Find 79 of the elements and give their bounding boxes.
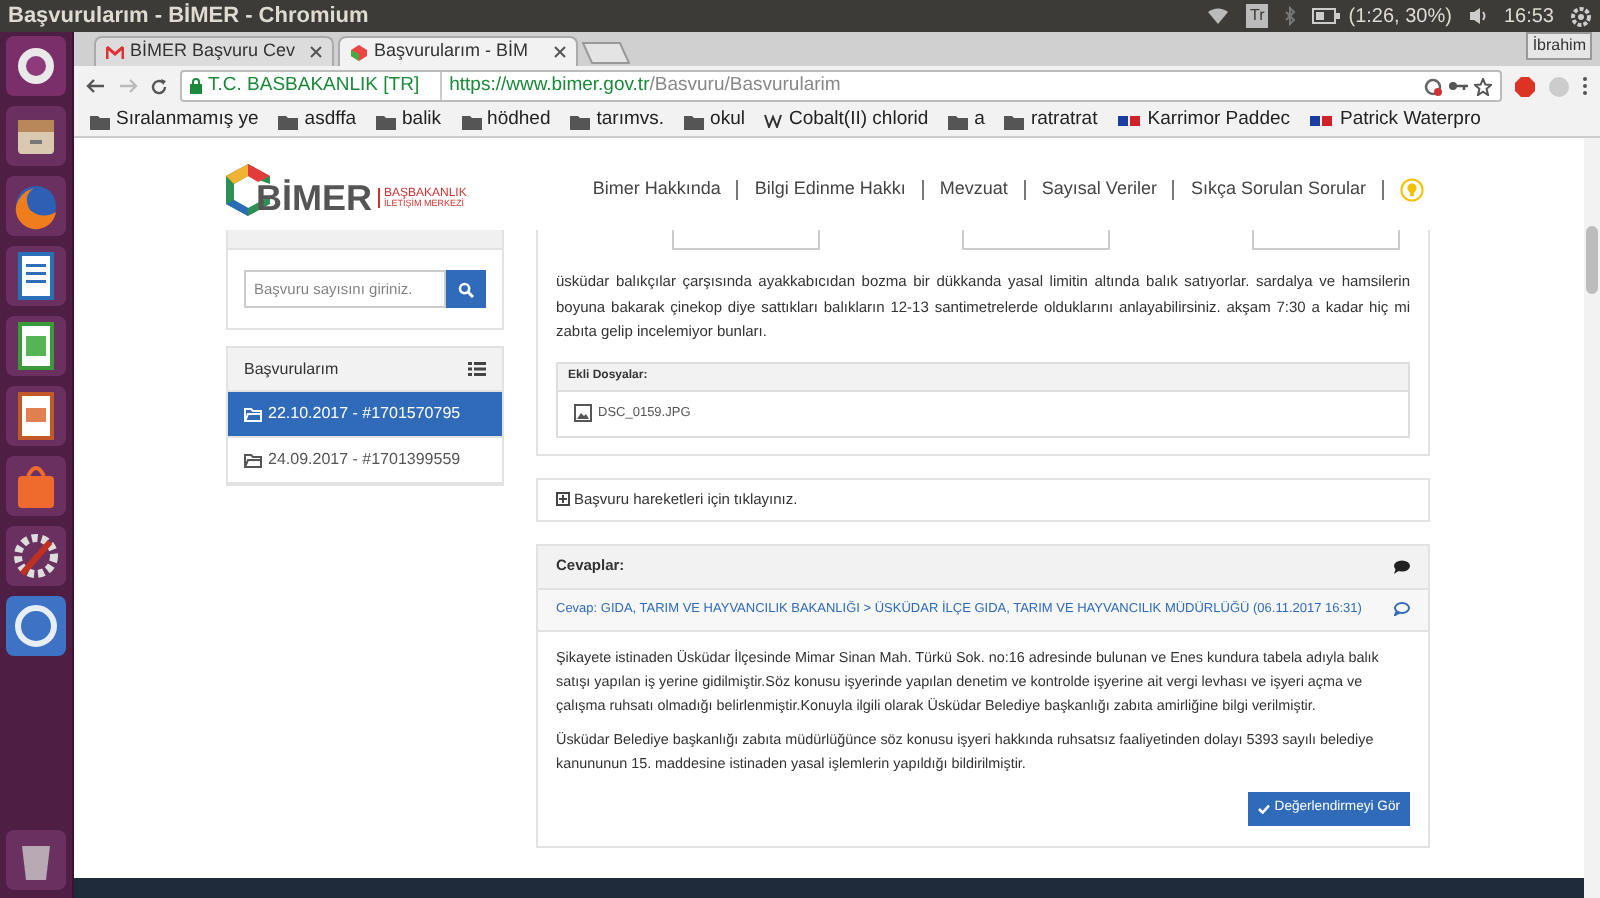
check-icon <box>1258 803 1271 813</box>
speech-bubble-icon <box>1394 559 1410 573</box>
mail-logo-icon <box>106 45 124 59</box>
address-bar[interactable]: T.C. BASBAKANLIK [TR] https://www.bimer.gov.tr/Basvuru/Basvurularim <box>180 70 1502 102</box>
file-cabinet-icon[interactable] <box>6 106 66 166</box>
bookmark[interactable]: okul <box>684 106 745 136</box>
security-label: T.C. BASBAKANLIK [TR] <box>208 71 420 100</box>
battery-status[interactable]: (1:26, 30%) <box>1348 1 1452 31</box>
two-square-logo-icon <box>1117 114 1142 128</box>
profile-button[interactable]: İbrahim <box>1526 32 1592 60</box>
folder-outline-icon <box>244 407 262 421</box>
close-icon[interactable] <box>554 46 566 58</box>
bookmark[interactable]: Cobalt(II) chlorid <box>764 106 929 136</box>
fox-globe-icon[interactable] <box>6 176 66 236</box>
folder-icon <box>948 113 969 129</box>
folder-icon <box>570 113 591 129</box>
nav-link[interactable]: Sayısal Veriler <box>1041 176 1157 204</box>
colorful-logo-icon <box>350 43 368 61</box>
battery-icon[interactable] <box>1312 8 1341 24</box>
browser-tab[interactable]: BİMER Başvuru Cev <box>94 36 334 66</box>
window-title: Başvurularım - BİMER - Chromium <box>8 1 369 32</box>
wifi-icon[interactable] <box>1206 6 1230 26</box>
nav-link[interactable]: Mevzuat <box>939 176 1008 204</box>
url-text: https://www.bimer.gov.tr/Basvuru/Basvurularim <box>439 71 841 101</box>
spreadsheet-icon[interactable] <box>6 316 66 376</box>
bookmark[interactable]: balik <box>376 106 442 136</box>
search-button[interactable] <box>446 270 486 308</box>
serif-w-icon <box>764 114 783 128</box>
keyboard-indicator[interactable]: Tr <box>1246 4 1269 28</box>
expand-icon <box>556 492 570 506</box>
list-icon <box>468 362 486 376</box>
shopping-bag-icon[interactable] <box>6 456 66 516</box>
scrollbar-thumb[interactable] <box>1586 226 1598 294</box>
input-field[interactable] <box>672 230 820 250</box>
input-field[interactable] <box>962 230 1110 250</box>
bookmark[interactable]: ratratrat <box>1004 106 1098 136</box>
clock[interactable]: 16:53 <box>1503 1 1554 31</box>
search-icon <box>458 281 474 297</box>
key-icon[interactable] <box>1448 80 1468 92</box>
bookmark[interactable]: Patrick Waterpro <box>1310 106 1481 136</box>
bookmark[interactable]: hödhed <box>461 106 551 136</box>
nav-link[interactable]: Bilgi Edinme Hakkı <box>754 176 906 204</box>
reload-icon[interactable] <box>150 77 168 95</box>
back-icon[interactable] <box>86 78 106 94</box>
ubuntu-logo-icon[interactable] <box>6 36 66 96</box>
image-file-icon <box>574 404 592 422</box>
document-icon[interactable] <box>6 246 66 306</box>
bluetooth-icon[interactable] <box>1284 6 1297 26</box>
bookmark[interactable]: tarımvs. <box>570 106 665 136</box>
close-icon[interactable] <box>310 46 322 58</box>
settings-icon[interactable] <box>1570 5 1592 27</box>
browser-tab[interactable]: Başvurularım - BİM <box>338 36 578 66</box>
lock-icon <box>190 78 202 94</box>
folder-outline-icon <box>244 453 262 467</box>
panel-title: Başvurularım <box>244 357 341 381</box>
logo-wordmark: BİMER <box>256 175 372 221</box>
browser-icon[interactable] <box>6 596 66 656</box>
trash-icon[interactable] <box>6 830 66 890</box>
presentation-icon[interactable] <box>6 386 66 446</box>
nav-link[interactable]: Bimer Hakkında <box>592 176 721 204</box>
comment-icon <box>1394 602 1410 616</box>
volume-icon[interactable] <box>1467 6 1488 26</box>
folder-icon <box>1004 113 1025 129</box>
star-icon[interactable] <box>1474 77 1492 95</box>
nav-link[interactable]: Sıkça Sorulan Sorular <box>1190 176 1366 204</box>
menu-icon[interactable] <box>1582 76 1588 96</box>
folder-icon <box>278 113 299 129</box>
folder-icon <box>90 113 110 129</box>
bookmark[interactable]: asdffa <box>278 106 356 136</box>
folder-icon <box>461 113 482 129</box>
two-square-logo-icon <box>1310 114 1335 128</box>
bookmark[interactable]: Sıralanmamış ye <box>90 106 259 136</box>
bookmark[interactable]: Karrimor Paddec <box>1117 106 1291 136</box>
stop-sign-icon[interactable] <box>1514 75 1536 97</box>
folder-icon <box>376 113 396 129</box>
folder-icon <box>684 113 705 129</box>
input-field[interactable] <box>1252 230 1400 250</box>
application-item[interactable]: 22.10.2017 - #1701570795 <box>228 392 502 438</box>
bookmark[interactable]: a <box>948 106 985 136</box>
